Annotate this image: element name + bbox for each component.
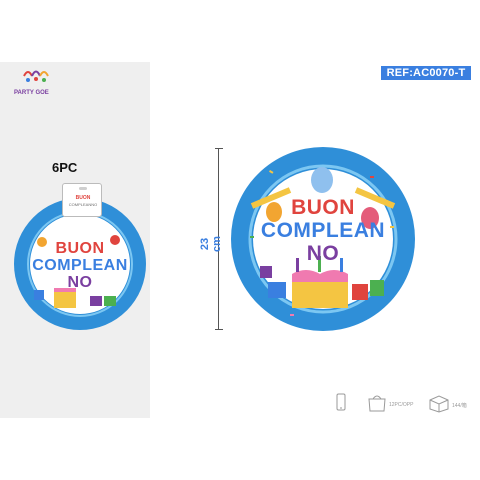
plate-text: BUON COMPLEAN NO — [230, 196, 416, 265]
dimension-label: 23 cm — [199, 236, 223, 252]
logo-text: PARTY GOE — [14, 90, 49, 96]
plate-line3: NO — [306, 242, 340, 265]
small-plate-text: BUON COMPLEAN NO — [12, 240, 148, 291]
plate-line1: BUON — [291, 196, 355, 219]
spec-box-label: 144/箱 — [452, 403, 467, 409]
plate-line2: COMPLEAN — [260, 219, 386, 242]
pack-card-subtitle: COMPLEANNO — [68, 202, 98, 207]
spec-bag-label: 12PC/OPP — [389, 402, 414, 408]
small-plate-line1: BUON — [55, 240, 105, 257]
box-icon — [429, 395, 449, 413]
small-plate-line3: NO — [67, 274, 93, 291]
pack-count: 6PC — [52, 160, 78, 175]
phone-icon — [336, 393, 346, 411]
dimension-cap-bottom — [215, 329, 223, 330]
dimension-cap-top — [215, 148, 223, 149]
spec-box: 144/箱 — [428, 393, 478, 419]
spec-bag: 12PC/OPP — [366, 393, 422, 419]
pack-header-card: BUON COMPLEANNO — [62, 183, 102, 217]
hang-hole — [79, 187, 87, 190]
pack-card-title: BUON — [75, 195, 91, 201]
small-plate-line2: COMPLEAN — [32, 257, 128, 274]
ref-badge: REF:AC0070-T — [381, 66, 471, 80]
spec-phone — [332, 393, 356, 419]
bag-icon — [368, 395, 386, 412]
